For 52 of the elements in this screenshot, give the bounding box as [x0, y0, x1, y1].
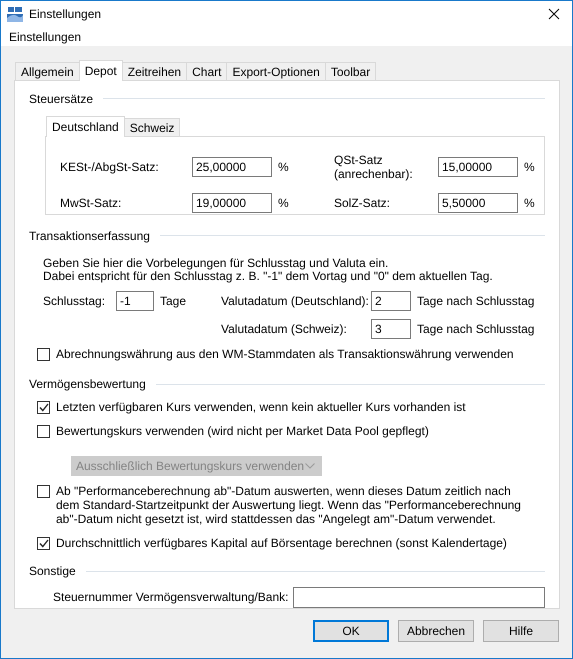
unit-label: % [523, 196, 534, 210]
input-field[interactable] [293, 586, 545, 608]
section-title: Transaktionserfassung [29, 228, 150, 243]
tab[interactable]: Toolbar [324, 62, 376, 80]
input-field[interactable]: 19,00000 [192, 193, 272, 214]
tab[interactable]: Export-Optionen [226, 62, 326, 80]
chevron-down-icon [305, 463, 315, 470]
unit-label: % [277, 160, 290, 174]
close-icon [548, 8, 560, 20]
checkbox-label: Bewertungskurs verwenden (wird nicht per Market Data Pool gepflegt) [56, 424, 429, 438]
checkbox[interactable] [37, 485, 50, 498]
description-text: Geben Sie hier die Vorbelegungen für Schlusstag und Valuta ein. Dabei entspricht für den Schlusstag z. B. "-1" dem Vortag und "0" dem aktuellen Tag. [43, 257, 494, 284]
field-label: Valutadatum (Deutschland): [221, 294, 370, 308]
menu-item[interactable]: Einstellungen [8, 30, 82, 44]
checkbox[interactable] [37, 348, 50, 362]
section-title: Sonstige [29, 564, 76, 578]
checkbox-label: Ab "Performanceberechnung ab"-Datum auswerten, wenn dieses Datum zeitlich nach dem Standard-Startzeitpunkt der Auswertung liegt. Wenn das "Performanceberechnung ab"-Datum nicht gesetzt ist, wird stattdessen das "Angelegt am"-Datum verwendet. [56, 484, 522, 526]
input-field[interactable]: 25,00000 [192, 157, 272, 178]
tab[interactable]: Depot [78, 60, 123, 81]
app-logo-icon [7, 6, 23, 22]
field-label: KESt-/AbgSt-Satz: [60, 160, 160, 174]
tab[interactable]: Schweiz [124, 118, 180, 136]
window-title: Einstellungen [29, 7, 102, 21]
input-field[interactable]: 2 [371, 291, 411, 312]
field-label: MwSt-Satz: [60, 196, 122, 210]
input-field[interactable]: 3 [371, 319, 411, 340]
dialog-button[interactable]: OK [313, 620, 389, 642]
field-label: Steuernummer Vermögensverwaltung/Bank: [53, 590, 288, 604]
section-title: Steuersätze [29, 92, 94, 106]
checkbox-label: Durchschnittlich verfügbares Kapital auf Börsentage berechnen (sonst Kalendertage) [56, 536, 507, 550]
tab[interactable]: Deutschland [46, 116, 125, 138]
unit-label: % [277, 196, 290, 210]
tab[interactable]: Allgemein [15, 62, 80, 80]
checkbox[interactable] [37, 537, 50, 550]
unit-label: % [523, 160, 534, 174]
checkbox[interactable] [37, 401, 50, 414]
dialog-button[interactable]: Hilfe [483, 620, 559, 642]
dialog-button[interactable]: Abbrechen [398, 620, 474, 642]
field-label: QSt-Satz (anrechenbar): [334, 153, 414, 182]
field-label: SolZ-Satz: [334, 196, 392, 210]
unit-label: Tage [159, 294, 188, 308]
input-field[interactable]: 5,50000 [438, 193, 518, 214]
field-label: Valutadatum (Schweiz): [221, 322, 348, 336]
unit-label: Tage nach Schlusstag [416, 322, 536, 336]
field-label: Schlusstag: [43, 294, 106, 308]
input-field[interactable]: 15,00000 [438, 157, 518, 178]
checkbox-label: Letzten verfügbaren Kurs verwenden, wenn kein aktueller Kurs vorhanden ist [56, 400, 466, 414]
section-title: Vermögensbewertung [29, 377, 146, 392]
checkbox-label: Abrechnungswährung aus den WM-Stammdaten als Transaktionswährung verwenden [56, 347, 514, 362]
input-field[interactable]: -1 [116, 291, 154, 312]
unit-label: Tage nach Schlusstag [416, 294, 536, 308]
checkbox[interactable] [37, 425, 50, 438]
